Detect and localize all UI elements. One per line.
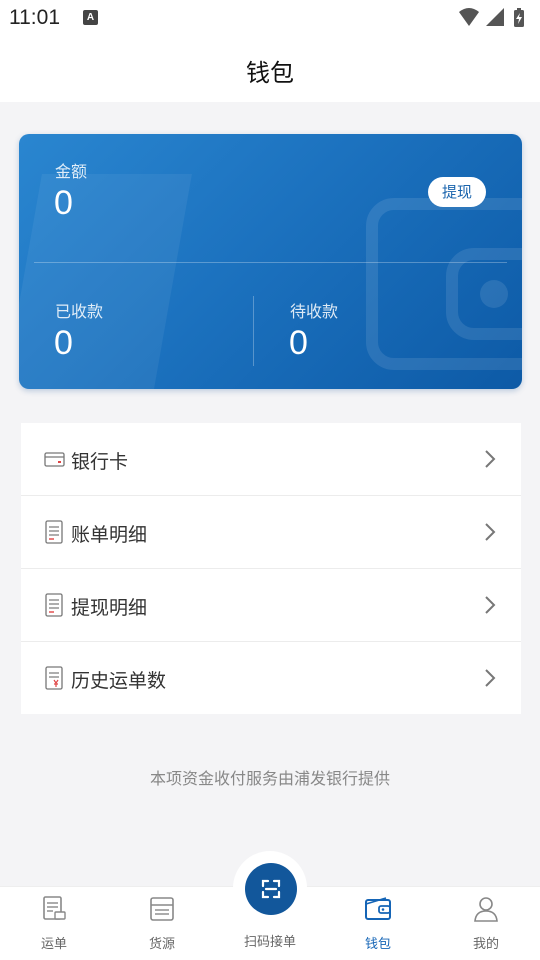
tab-profile[interactable]: 我的 (432, 887, 540, 960)
menu-item-history-waybills[interactable]: 历史运单数 (21, 642, 521, 714)
menu-item-label: 账单明细 (71, 524, 148, 546)
bill-document-icon (45, 520, 63, 544)
pending-value: 0 (289, 324, 308, 362)
page-title: 钱包 (246, 59, 294, 87)
scan-order-button[interactable] (245, 863, 297, 915)
tab-label: 货源 (148, 937, 175, 952)
menu-item-label: 提现明细 (71, 597, 148, 619)
waybill-icon (43, 896, 66, 920)
wallet-icon (365, 897, 391, 920)
tab-wallet[interactable]: 钱包 (324, 887, 432, 960)
status-icons (459, 8, 524, 27)
menu-item-withdraw-details[interactable]: 提现明细 (21, 569, 521, 642)
signal-icon (486, 8, 504, 26)
received-label: 已收款 (55, 302, 104, 321)
withdraw-document-icon (45, 593, 63, 617)
tab-label: 扫码接单 (243, 935, 296, 950)
wallet-balance-card: 金额 0 提现 已收款 0 待收款 0 (19, 134, 522, 389)
card-vertical-divider (253, 296, 254, 366)
notification-icon: A (83, 10, 98, 25)
status-time: 11:01 (9, 6, 60, 29)
tab-waybill[interactable]: 运单 (0, 887, 108, 960)
wifi-icon (459, 8, 479, 26)
card-decoration (19, 174, 192, 389)
withdraw-button[interactable]: 提现 (428, 177, 486, 207)
bank-card-icon (44, 452, 65, 467)
tab-label: 我的 (472, 937, 499, 952)
pending-label: 待收款 (290, 302, 339, 321)
scan-icon (261, 879, 281, 899)
cargo-icon (150, 897, 174, 921)
profile-icon (474, 897, 498, 922)
service-provider-note: 本项资金收付服务由浦发银行提供 (149, 769, 390, 788)
balance-label: 金额 (55, 162, 88, 181)
menu-item-label: 历史运单数 (71, 670, 167, 692)
history-waybill-icon (45, 666, 63, 690)
status-bar: 11:01 A (0, 0, 540, 36)
battery-charging-icon (514, 8, 524, 27)
wallet-menu-list: 银行卡 账单明细 提现明细 历史运单数 (21, 423, 521, 714)
balance-value: 0 (54, 184, 73, 222)
received-value: 0 (54, 324, 73, 362)
menu-item-bank-card[interactable]: 银行卡 (21, 423, 521, 496)
tab-label: 运单 (40, 937, 67, 952)
wallet-watermark-icon (366, 198, 522, 370)
card-divider (34, 262, 507, 263)
tab-cargo[interactable]: 货源 (108, 887, 216, 960)
chevron-right-icon (485, 523, 496, 541)
app-bar: 钱包 (0, 36, 540, 102)
tab-label: 钱包 (364, 937, 391, 952)
menu-item-bill-details[interactable]: 账单明细 (21, 496, 521, 569)
chevron-right-icon (485, 450, 496, 468)
chevron-right-icon (485, 596, 496, 614)
menu-item-label: 银行卡 (71, 451, 129, 473)
chevron-right-icon (485, 669, 496, 687)
